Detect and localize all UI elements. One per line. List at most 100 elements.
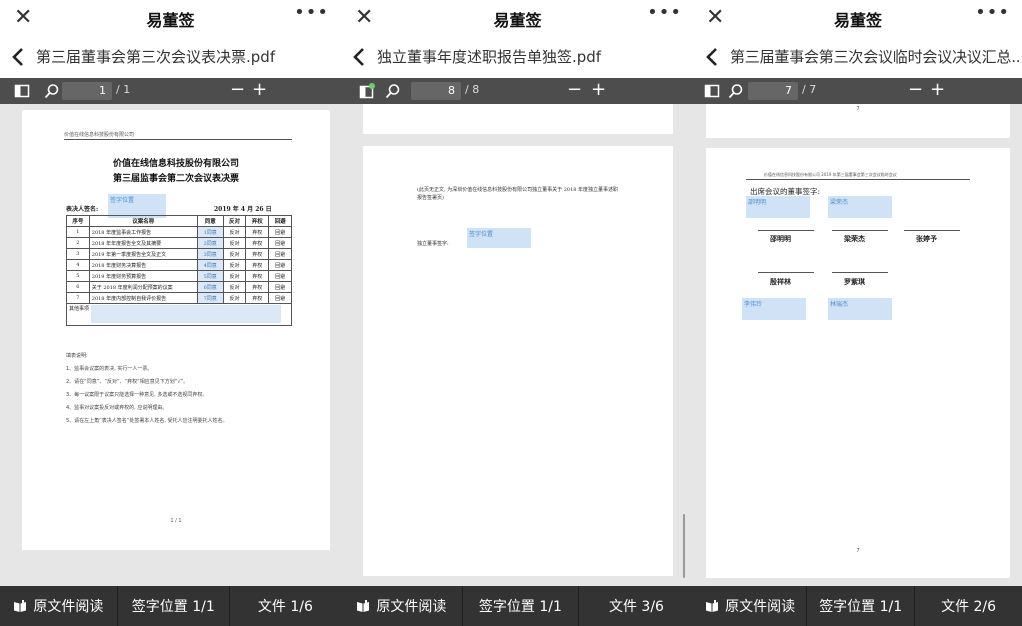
- zoom-out-button[interactable]: −: [908, 79, 923, 100]
- row-no: 1: [66, 226, 90, 238]
- sign-position-button[interactable]: 签字位置 1/1: [116, 586, 229, 626]
- agree-field[interactable]: 7同意: [196, 292, 224, 304]
- document-viewer[interactable]: 价值在线信息科技股份有限公司 价值在线信息科技股份有限公司 第三届监事会第二次会…: [0, 104, 341, 586]
- pdf-toolbar: 8 / 8 − +: [341, 78, 694, 104]
- page-number-input[interactable]: 7: [748, 82, 798, 100]
- book-icon: [14, 600, 27, 612]
- avoid-cell: 回避: [268, 259, 292, 271]
- col-header: 弃权: [245, 215, 270, 227]
- pdf-page: 价值在线信息科技股份有限公司 2019 年第三届董事会第三次会议临时会议 出席会…: [706, 148, 1010, 578]
- header-rule: [746, 179, 970, 180]
- zoom-in-button[interactable]: +: [930, 79, 945, 100]
- page-note: (此页无正文, 为深圳价值在线信息科技股份有限公司独立董事关于 2018 年度独…: [417, 186, 647, 202]
- other-cell: 其他事项: [66, 303, 292, 326]
- row-name: 2019 年度财务预算报告: [88, 270, 198, 282]
- agree-field[interactable]: 6同意: [196, 281, 224, 293]
- file-index-button[interactable]: 文件 3/6: [577, 586, 694, 626]
- back-icon[interactable]: [8, 46, 30, 68]
- signature-field[interactable]: 梁荣杰: [828, 196, 892, 218]
- signature-field-label: 林瑞杰: [830, 301, 849, 308]
- zoom-out-button[interactable]: −: [567, 79, 582, 100]
- doc-title: 价值在线信息科技股份有限公司: [112, 159, 239, 169]
- agree-field[interactable]: 4同意: [196, 259, 224, 271]
- sidebar-toggle-icon[interactable]: [704, 83, 720, 99]
- file-name: 第三届董事会第三次会议表决票.pdf: [36, 48, 276, 66]
- page-total: / 1: [116, 83, 131, 96]
- abstain-cell: 弃权: [245, 237, 270, 249]
- zoom-in-button[interactable]: +: [591, 79, 606, 100]
- more-icon[interactable]: •••: [975, 2, 1010, 23]
- search-icon[interactable]: [44, 83, 60, 99]
- sign-line: [832, 230, 888, 231]
- agree-field[interactable]: 2同意: [196, 237, 224, 249]
- sidebar-toggle-icon[interactable]: [14, 83, 30, 99]
- app-title: 易董签: [493, 11, 542, 30]
- col-header: 议案名称: [88, 215, 198, 227]
- search-icon[interactable]: [728, 83, 744, 99]
- app-title: 易董签: [833, 11, 882, 30]
- document-viewer[interactable]: (此页无正文, 为深圳价值在线信息科技股份有限公司独立董事关于 2018 年度独…: [341, 104, 694, 586]
- agree-field[interactable]: 5同意: [196, 270, 224, 282]
- more-icon[interactable]: •••: [647, 2, 682, 23]
- scrollbar[interactable]: [683, 514, 685, 578]
- document-viewer[interactable]: 7 价值在线信息科技股份有限公司 2019 年第三届董事会第三次会议临时会议 出…: [694, 104, 1022, 586]
- read-original-button[interactable]: 原文件阅读: [341, 586, 462, 626]
- book-icon: [357, 600, 370, 612]
- avoid-cell: 回避: [268, 281, 292, 293]
- agree-field[interactable]: 1同意: [196, 226, 224, 238]
- signer-label: 独立董事签字:: [417, 241, 449, 247]
- sidebar-toggle-icon[interactable]: [359, 83, 375, 99]
- file-bar: 第三届董事会第三次会议表决票.pdf: [0, 36, 341, 78]
- note-item: 1、监事会议案的表决, 实行一人一票。: [66, 366, 153, 372]
- signature-field-label: 邵明明: [748, 199, 767, 206]
- signature-field-label: 梁荣杰: [830, 199, 849, 206]
- sign-line: [758, 272, 814, 273]
- sign-position-button[interactable]: 签字位置 1/1: [461, 586, 578, 626]
- avoid-cell: 回避: [268, 270, 292, 282]
- table-row: 3 2019 年第一季度报告全文及正文 3同意 反对 弃权 回避: [66, 248, 292, 260]
- bottom-bar: 原文件阅读 签字位置 1/1 文件 2/6: [694, 586, 1022, 626]
- page-footer: 1 / 1: [170, 518, 182, 524]
- page-total: / 7: [802, 83, 817, 96]
- oppose-cell: 反对: [222, 270, 247, 282]
- file-index-button[interactable]: 文件 1/6: [228, 586, 341, 626]
- back-icon[interactable]: [349, 46, 371, 68]
- read-original-button[interactable]: 原文件阅读: [0, 586, 117, 626]
- viewer-panel-2: ✕ 易董签 ••• 独立董事年度述职报告单独签.pdf 8 / 8 − + (此…: [341, 0, 694, 626]
- file-bar: 第三届董事会第三次会议临时会议决议汇总....pdf: [694, 36, 1022, 78]
- back-icon[interactable]: [702, 46, 724, 68]
- bottom-bar: 原文件阅读 签字位置 1/1 文件 3/6: [341, 586, 694, 626]
- signature-field[interactable]: 李伟玲: [742, 298, 806, 320]
- sign-position-button[interactable]: 签字位置 1/1: [806, 586, 914, 626]
- col-header: 反对: [222, 215, 247, 227]
- page-number-input[interactable]: 1: [62, 82, 112, 100]
- page-number-input[interactable]: 8: [411, 82, 461, 100]
- read-original-button[interactable]: 原文件阅读: [694, 586, 806, 626]
- pdf-toolbar: 7 / 7 − +: [694, 78, 1022, 104]
- agree-field[interactable]: 3同意: [196, 248, 224, 260]
- col-header: 同意: [196, 215, 224, 227]
- header-rule: [64, 139, 292, 140]
- table-row: 2 2018 年年度报告全文及其摘要 2同意 反对 弃权 回避: [66, 237, 292, 249]
- zoom-out-button[interactable]: −: [230, 79, 245, 100]
- more-icon[interactable]: •••: [294, 2, 329, 23]
- search-icon[interactable]: [385, 83, 401, 99]
- row-no: 7: [66, 292, 90, 304]
- zoom-in-button[interactable]: +: [252, 79, 267, 100]
- app-title: 易董签: [146, 11, 195, 30]
- row-no: 3: [66, 248, 90, 260]
- file-bar: 独立董事年度述职报告单独签.pdf: [341, 36, 694, 78]
- oppose-cell: 反对: [222, 281, 247, 293]
- note-item: 5、请在左上角“表决人签名”处签署本人姓名, 受托人应注明委托人姓名。: [66, 418, 228, 424]
- signature-field[interactable]: 林瑞杰: [828, 298, 892, 320]
- signature-field-label: 李伟玲: [744, 301, 763, 308]
- bottom-bar: 原文件阅读 签字位置 1/1 文件 1/6: [0, 586, 341, 626]
- other-field[interactable]: [90, 305, 281, 323]
- signature-field[interactable]: 签字位置: [467, 228, 531, 248]
- file-index-button[interactable]: 文件 2/6: [914, 586, 1022, 626]
- page-note-line: (此页无正文, 为深圳价值在线信息科技股份有限公司独立董事关于 2018 年度独…: [417, 187, 619, 193]
- col-header: 序号: [66, 215, 90, 227]
- doc-header: 价值在线信息科技股份有限公司: [64, 132, 135, 138]
- page-note-line: 报告签署页): [417, 195, 444, 201]
- signature-field[interactable]: 邵明明: [746, 196, 810, 218]
